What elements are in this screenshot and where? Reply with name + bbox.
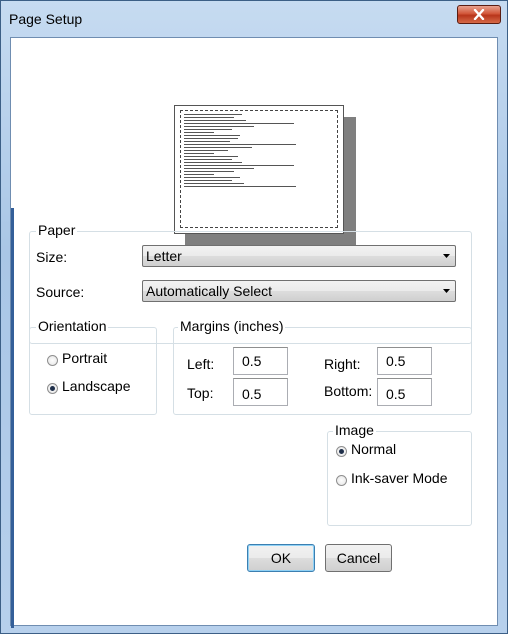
right-margin-value: 0.5 (386, 353, 406, 369)
landscape-label[interactable]: Landscape (62, 378, 131, 394)
top-margin-label: Top: (187, 385, 214, 401)
left-margin-label: Left: (187, 356, 215, 372)
portrait-label[interactable]: Portrait (62, 350, 107, 366)
page-preview-text (184, 114, 296, 189)
image-legend: Image (333, 422, 376, 438)
bottom-margin-value: 0.5 (386, 386, 406, 402)
landscape-radio-button[interactable] (47, 383, 58, 394)
normal-label[interactable]: Normal (351, 441, 396, 457)
left-margin-value: 0.5 (242, 353, 262, 369)
chevron-down-icon (443, 254, 450, 258)
bottom-margin-field[interactable]: 0.5 (377, 378, 432, 406)
window-edge-strip (11, 208, 14, 628)
left-margin-field[interactable]: 0.5 (233, 347, 288, 375)
source-dropdown[interactable]: Automatically Select (142, 280, 456, 302)
normal-radio-button[interactable] (336, 446, 347, 457)
cancel-button[interactable]: Cancel (325, 544, 392, 572)
page-preview (174, 105, 344, 234)
bottom-margin-label: Bottom: (324, 383, 373, 399)
top-margin-field[interactable]: 0.5 (233, 378, 288, 406)
ink-saver-radio-button[interactable] (336, 475, 347, 486)
close-icon (473, 9, 485, 20)
close-button[interactable] (457, 5, 501, 24)
paper-legend: Paper (36, 222, 78, 238)
ok-button[interactable]: OK (247, 544, 315, 572)
window-title: Page Setup (9, 11, 83, 27)
right-margin-label: Right: (324, 356, 361, 372)
page-preview-margin (180, 110, 338, 228)
portrait-radio-button[interactable] (47, 355, 58, 366)
image-group: Image Normal Ink-saver Mode (327, 422, 472, 526)
size-value: Letter (146, 248, 182, 264)
title-bar[interactable]: Page Setup (1, 1, 507, 37)
ink-saver-label[interactable]: Ink-saver Mode (351, 470, 447, 486)
orientation-legend: Orientation (36, 318, 109, 334)
orientation-group: Orientation Portrait Landscape (29, 318, 157, 415)
page-setup-window: Page Setup Paper Size: Letter Source: Au… (0, 0, 508, 634)
source-value: Automatically Select (146, 283, 273, 299)
size-dropdown[interactable]: Letter (142, 245, 456, 267)
source-label: Source: (36, 284, 85, 300)
right-margin-field[interactable]: 0.5 (377, 347, 432, 375)
size-label: Size: (36, 249, 68, 265)
top-margin-value: 0.5 (242, 386, 262, 402)
margins-legend: Margins (inches) (178, 318, 286, 334)
dialog-body: Paper Size: Letter Source: Automatically… (10, 37, 498, 628)
chevron-down-icon (443, 289, 450, 293)
margins-group: Margins (inches) Left: 0.5 Right: 0.5 To… (173, 318, 472, 415)
